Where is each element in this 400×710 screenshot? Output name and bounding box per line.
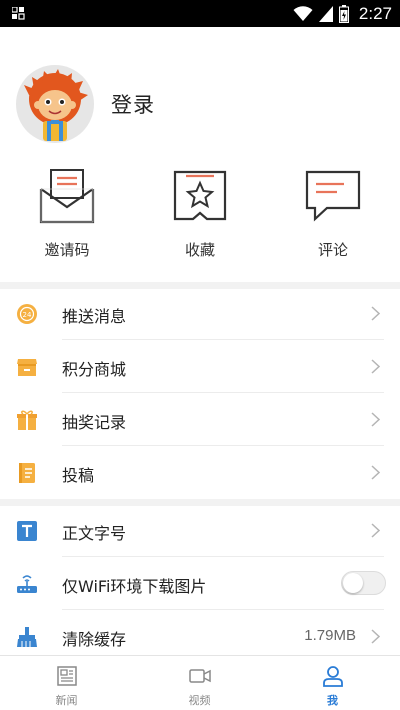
- chevron-right-icon: [371, 629, 380, 644]
- chevron-right-icon: [371, 412, 380, 427]
- status-time: 2:27: [358, 4, 392, 23]
- favorite-button[interactable]: 收藏: [150, 167, 250, 267]
- menu-label: 积分商城: [62, 360, 127, 379]
- font-size-row[interactable]: 正文字号: [0, 504, 400, 557]
- bottom-tab-bar: 新闻 视频 我: [0, 655, 400, 710]
- chevron-right-icon: [371, 359, 380, 374]
- points-mall-icon: [17, 359, 37, 376]
- menu-label: 推送消息: [62, 307, 127, 326]
- tab-me[interactable]: 我: [266, 656, 399, 710]
- wifi-only-toggle[interactable]: [341, 571, 386, 595]
- invite-code-button[interactable]: 邀请码: [17, 167, 117, 267]
- push-message-icon: 24: [17, 304, 37, 324]
- tab-label: 视频: [188, 694, 211, 707]
- toggle-knob: [343, 573, 363, 593]
- menu-label: 仅WiFi环境下载图片: [62, 577, 207, 596]
- cache-size-value: 1.79MB: [304, 627, 356, 644]
- chevron-right-icon: [371, 306, 380, 321]
- quick-action-label: 收藏: [184, 241, 215, 259]
- menu-label: 抽奖记录: [62, 413, 127, 432]
- profile-icon: [322, 666, 343, 687]
- profile-section: 登录 邀请码 收藏 评论: [0, 27, 400, 282]
- avatar[interactable]: [16, 65, 94, 143]
- comment-icon: [305, 170, 361, 222]
- cell-signal-icon: [318, 6, 333, 22]
- push-message-row[interactable]: 24 推送消息: [0, 287, 400, 340]
- wifi-only-images-row: 仅WiFi环境下载图片: [0, 557, 400, 610]
- tab-news[interactable]: 新闻: [0, 656, 133, 710]
- comment-button[interactable]: 评论: [283, 167, 383, 267]
- status-bar: 2:27: [0, 0, 400, 27]
- submission-icon: [19, 463, 35, 483]
- tab-video[interactable]: 视频: [133, 656, 266, 710]
- menu-label: 投稿: [62, 466, 95, 485]
- menu-label: 正文字号: [62, 524, 127, 543]
- video-icon: [188, 669, 211, 683]
- invite-code-icon: [39, 169, 95, 224]
- clear-cache-icon: [17, 627, 37, 647]
- login-link[interactable]: 登录: [111, 89, 155, 119]
- tab-label: 我: [327, 694, 338, 707]
- submission-row[interactable]: 投稿: [0, 446, 400, 499]
- quick-action-label: 邀请码: [44, 241, 90, 259]
- mascot-avatar-icon: [24, 69, 88, 141]
- chevron-right-icon: [371, 523, 380, 538]
- news-icon: [56, 666, 77, 686]
- menu-label: 清除缓存: [62, 630, 127, 649]
- battery-icon: [338, 5, 349, 23]
- quick-action-label: 评论: [317, 241, 348, 259]
- lottery-record-icon: [17, 410, 37, 430]
- tab-label: 新闻: [55, 694, 78, 707]
- svg-text:24: 24: [23, 311, 32, 319]
- wifi-router-icon: [17, 575, 37, 593]
- lottery-record-row[interactable]: 抽奖记录: [0, 393, 400, 446]
- font-size-icon: [17, 521, 37, 541]
- wifi-signal-icon: [293, 6, 313, 21]
- points-mall-row[interactable]: 积分商城: [0, 340, 400, 393]
- notification-icon: [12, 7, 25, 20]
- chevron-right-icon: [371, 465, 380, 480]
- favorite-icon: [173, 170, 227, 221]
